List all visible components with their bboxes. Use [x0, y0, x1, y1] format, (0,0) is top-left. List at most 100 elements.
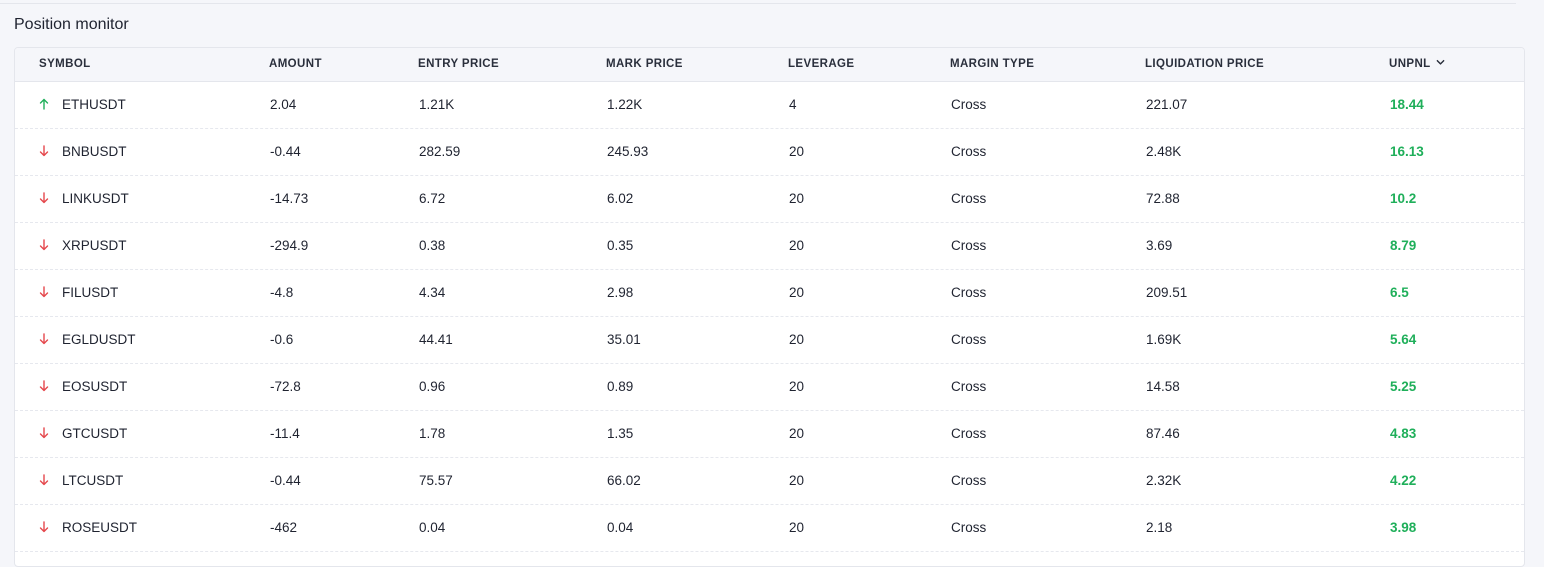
table-row[interactable]: GTCUSDT -11.4 1.78 1.35 20 Cross 87.46 4.83	[15, 411, 1524, 458]
arrow-down-icon	[39, 239, 49, 251]
column-header-unpnl[interactable]: UNPNL	[1389, 58, 1445, 70]
cell-leverage: 4	[789, 97, 797, 112]
column-header-entry-price[interactable]: ENTRY PRICE	[418, 58, 499, 70]
cell-mark-price: 0.89	[607, 379, 634, 394]
cell-unpnl: 16.13	[1390, 144, 1424, 159]
cell-leverage: 20	[789, 285, 805, 300]
cell-liquidation-price: 1.69K	[1146, 332, 1182, 347]
column-header-unpnl-label: UNPNL	[1389, 58, 1431, 70]
cell-entry-price: 44.41	[419, 332, 453, 347]
cell-liquidation-price: 2.32K	[1146, 473, 1182, 488]
column-header-margin-type[interactable]: MARGIN TYPE	[950, 58, 1034, 70]
cell-mark-price: 0.35	[607, 238, 634, 253]
cell-amount: -294.9	[270, 238, 309, 253]
cell-symbol: LTCUSDT	[62, 473, 124, 488]
cell-amount: -4.8	[270, 285, 294, 300]
cell-margin-type: Cross	[951, 285, 987, 300]
cell-margin-type: Cross	[951, 520, 987, 535]
cell-margin-type: Cross	[951, 238, 987, 253]
cell-margin-type: Cross	[951, 332, 987, 347]
table-row[interactable]: LINKUSDT -14.73 6.72 6.02 20 Cross 72.88 10.2	[15, 176, 1524, 223]
table-row[interactable]: FILUSDT -4.8 4.34 2.98 20 Cross 209.51 6.5	[15, 270, 1524, 317]
column-header-amount[interactable]: AMOUNT	[269, 58, 322, 70]
cell-liquidation-price: 209.51	[1146, 285, 1188, 300]
cell-mark-price: 2.98	[607, 285, 634, 300]
cell-liquidation-price: 221.07	[1146, 97, 1188, 112]
cell-leverage: 20	[789, 238, 805, 253]
cell-entry-price: 0.38	[419, 238, 446, 253]
cell-symbol: LINKUSDT	[62, 191, 129, 206]
cell-margin-type: Cross	[951, 426, 987, 441]
cell-entry-price: 282.59	[419, 144, 461, 159]
cell-unpnl: 8.79	[1390, 238, 1417, 253]
cell-mark-price: 1.35	[607, 426, 634, 441]
cell-liquidation-price: 72.88	[1146, 191, 1180, 206]
cell-mark-price: 35.01	[607, 332, 641, 347]
column-header-symbol[interactable]: SYMBOL	[39, 58, 91, 70]
cell-liquidation-price: 2.18	[1146, 520, 1173, 535]
table-row[interactable]: EOSUSDT -72.8 0.96 0.89 20 Cross 14.58 5.25	[15, 364, 1524, 411]
column-header-leverage[interactable]: LEVERAGE	[788, 58, 854, 70]
cell-amount: -0.6	[270, 332, 294, 347]
cell-amount: -0.44	[270, 144, 301, 159]
cell-leverage: 20	[789, 426, 805, 441]
arrow-down-icon	[39, 192, 49, 204]
table-header: SYMBOL AMOUNT ENTRY PRICE MARK PRICE LEV…	[15, 48, 1524, 82]
cell-margin-type: Cross	[951, 379, 987, 394]
cell-leverage: 20	[789, 144, 805, 159]
cell-entry-price: 1.78	[419, 426, 446, 441]
page-title: Position monitor	[14, 16, 129, 33]
cell-symbol: FILUSDT	[62, 285, 119, 300]
cell-unpnl: 4.83	[1390, 426, 1417, 441]
table-row[interactable]: BNBUSDT -0.44 282.59 245.93 20 Cross 2.48K 16.1…	[15, 129, 1524, 176]
cell-amount: -462	[270, 520, 298, 535]
cell-amount: -14.73	[270, 191, 309, 206]
cell-liquidation-price: 3.69	[1146, 238, 1173, 253]
cell-entry-price: 6.72	[419, 191, 446, 206]
arrow-down-icon	[39, 474, 49, 486]
cell-symbol: EGLDUSDT	[62, 332, 136, 347]
cell-entry-price: 4.34	[419, 285, 446, 300]
arrow-up-icon	[39, 98, 49, 110]
cell-leverage: 20	[789, 379, 805, 394]
cell-margin-type: Cross	[951, 97, 987, 112]
cell-margin-type: Cross	[951, 144, 987, 159]
column-header-liquidation-price[interactable]: LIQUIDATION PRICE	[1145, 58, 1264, 70]
cell-amount: -72.8	[270, 379, 301, 394]
cell-margin-type: Cross	[951, 473, 987, 488]
arrow-down-icon	[39, 521, 49, 533]
cell-symbol: XRPUSDT	[62, 238, 127, 253]
cell-entry-price: 0.96	[419, 379, 446, 394]
table-body: ETHUSDT 2.04 1.21K 1.22K 4 Cross 221.07 18.44 BN…	[15, 82, 1524, 552]
cell-unpnl: 10.2	[1390, 191, 1417, 206]
cell-unpnl: 5.25	[1390, 379, 1417, 394]
arrow-down-icon	[39, 427, 49, 439]
position-table: SYMBOL AMOUNT ENTRY PRICE MARK PRICE LEV…	[14, 47, 1525, 567]
chevron-down-icon	[1436, 59, 1444, 65]
cell-symbol: EOSUSDT	[62, 379, 128, 394]
cell-leverage: 20	[789, 473, 805, 488]
cell-unpnl: 4.22	[1390, 473, 1417, 488]
table-row[interactable]: XRPUSDT -294.9 0.38 0.35 20 Cross 3.69 8.79	[15, 223, 1524, 270]
table-row[interactable]: LTCUSDT -0.44 75.57 66.02 20 Cross 2.32K 4.22	[15, 458, 1524, 505]
cell-mark-price: 1.22K	[607, 97, 643, 112]
cell-symbol: ROSEUSDT	[62, 520, 138, 535]
cell-symbol: ETHUSDT	[62, 97, 126, 112]
table-row[interactable]: ROSEUSDT -462 0.04 0.04 20 Cross 2.18 3.98	[15, 505, 1524, 552]
cell-mark-price: 66.02	[607, 473, 641, 488]
cell-unpnl: 18.44	[1390, 97, 1424, 112]
cell-unpnl: 5.64	[1390, 332, 1417, 347]
cell-liquidation-price: 87.46	[1146, 426, 1180, 441]
column-header-mark-price[interactable]: MARK PRICE	[606, 58, 683, 70]
cell-mark-price: 6.02	[607, 191, 634, 206]
cell-leverage: 20	[789, 191, 805, 206]
cell-leverage: 20	[789, 332, 805, 347]
cell-amount: -11.4	[270, 426, 300, 441]
top-strip	[0, 0, 1516, 4]
arrow-down-icon	[39, 286, 49, 298]
cell-margin-type: Cross	[951, 191, 987, 206]
table-row[interactable]: EGLDUSDT -0.6 44.41 35.01 20 Cross 1.69K 5.64	[15, 317, 1524, 364]
table-row[interactable]: ETHUSDT 2.04 1.21K 1.22K 4 Cross 221.07 18.44	[15, 82, 1524, 129]
cell-amount: 2.04	[270, 97, 297, 112]
arrow-down-icon	[39, 333, 49, 345]
